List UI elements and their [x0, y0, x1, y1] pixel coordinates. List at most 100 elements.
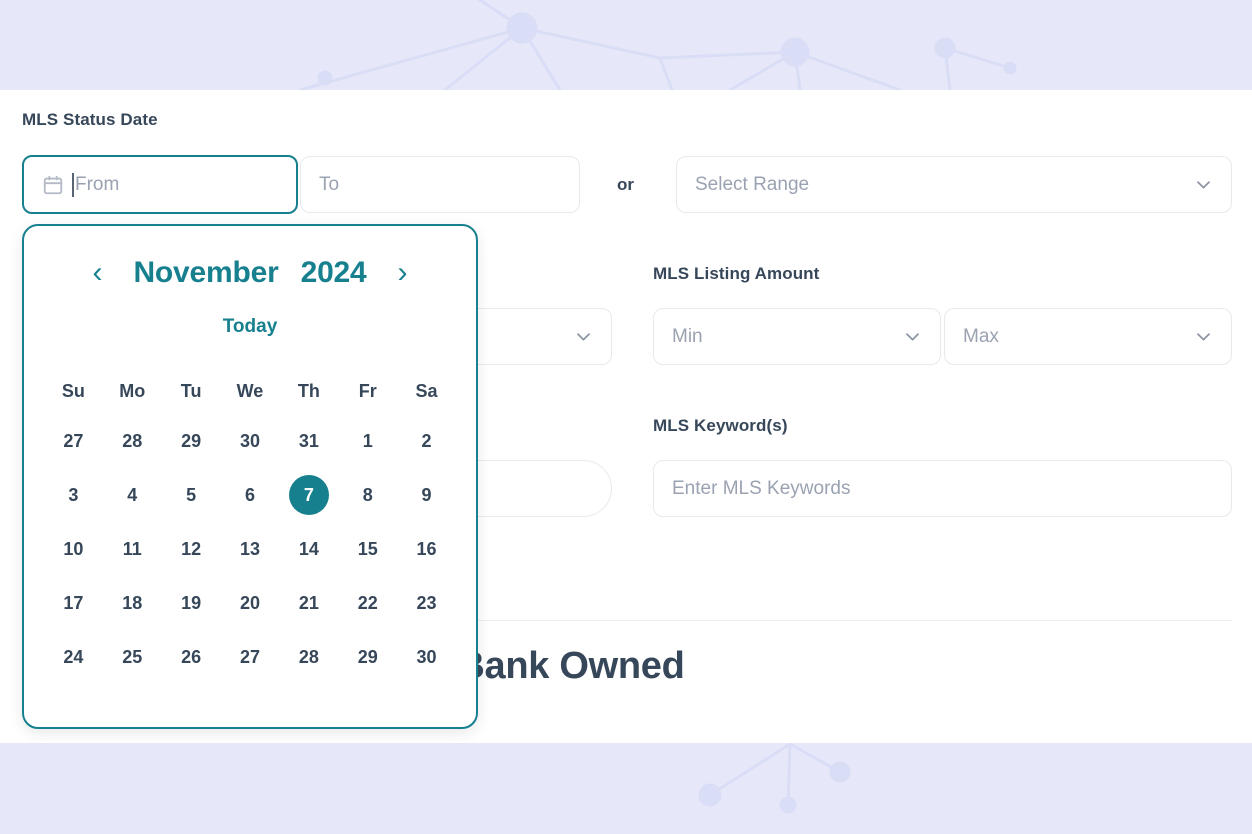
calendar-day-label: 27 — [53, 421, 93, 461]
calendar-day[interactable]: 21 — [279, 576, 338, 630]
calendar-day-label: 14 — [289, 529, 329, 569]
date-picker-header: ‹ November 2024 › — [24, 226, 476, 290]
calendar-day[interactable]: 15 — [338, 522, 397, 576]
calendar-day[interactable]: 12 — [162, 522, 221, 576]
calendar-day-selected[interactable]: 7 — [279, 468, 338, 522]
calendar-day[interactable]: 19 — [162, 576, 221, 630]
calendar-day[interactable]: 9 — [397, 468, 456, 522]
mls-keywords-input[interactable]: Enter MLS Keywords — [653, 460, 1232, 517]
calendar-day-label: 20 — [230, 583, 270, 623]
calendar-day[interactable]: 11 — [103, 522, 162, 576]
calendar-day-label: 28 — [112, 421, 152, 461]
mls-status-date-from-input[interactable]: From — [22, 155, 298, 214]
calendar-day-label: 8 — [348, 475, 388, 515]
calendar-day-label: 1 — [348, 421, 388, 461]
listing-amount-max-dropdown[interactable]: Max — [944, 308, 1232, 365]
calendar-day-label: 21 — [289, 583, 329, 623]
to-placeholder-text: To — [319, 174, 339, 196]
calendar-day[interactable]: 1 — [338, 414, 397, 468]
chevron-right-icon[interactable]: › — [389, 258, 417, 288]
weekday-header: We — [221, 368, 280, 414]
select-range-dropdown[interactable]: Select Range — [676, 156, 1232, 213]
calendar-day[interactable]: 17 — [44, 576, 103, 630]
calendar-day[interactable]: 29 — [338, 630, 397, 684]
calendar-day[interactable]: 3 — [44, 468, 103, 522]
date-picker-popover: ‹ November 2024 › Today SuMoTuWeThFrSa27… — [22, 224, 478, 729]
calendar-day[interactable]: 29 — [162, 414, 221, 468]
calendar-day-label: 6 — [230, 475, 270, 515]
calendar-icon — [42, 174, 64, 196]
mls-status-date-to-input[interactable]: To — [300, 156, 580, 213]
calendar-day-label: 18 — [112, 583, 152, 623]
or-separator-label: or — [617, 175, 634, 195]
calendar-day[interactable]: 18 — [103, 576, 162, 630]
date-picker-year[interactable]: 2024 — [301, 256, 367, 290]
calendar-day[interactable]: 8 — [338, 468, 397, 522]
calendar-day-label: 3 — [53, 475, 93, 515]
listing-amount-max-placeholder-text: Max — [963, 326, 999, 348]
calendar-day[interactable]: 25 — [103, 630, 162, 684]
calendar-day-label: 22 — [348, 583, 388, 623]
calendar-day[interactable]: 4 — [103, 468, 162, 522]
calendar-day-label: 19 — [171, 583, 211, 623]
date-picker-month[interactable]: November — [133, 256, 278, 290]
calendar-day-label: 29 — [171, 421, 211, 461]
weekday-header: Mo — [103, 368, 162, 414]
calendar-day-label: 13 — [230, 529, 270, 569]
text-caret — [72, 173, 74, 197]
calendar-day[interactable]: 5 — [162, 468, 221, 522]
calendar-day-label: 24 — [53, 637, 93, 677]
calendar-day[interactable]: 14 — [279, 522, 338, 576]
weekday-header: Fr — [338, 368, 397, 414]
calendar-day-label: 15 — [348, 529, 388, 569]
weekday-header: Sa — [397, 368, 456, 414]
calendar-day[interactable]: 31 — [279, 414, 338, 468]
listing-amount-min-placeholder-text: Min — [672, 326, 703, 348]
calendar-day-label: 26 — [171, 637, 211, 677]
mls-keywords-placeholder-text: Enter MLS Keywords — [672, 478, 850, 500]
mls-listing-amount-label: MLS Listing Amount — [653, 264, 819, 284]
calendar-day[interactable]: 28 — [279, 630, 338, 684]
calendar-day[interactable]: 28 — [103, 414, 162, 468]
calendar-day-label: 4 — [112, 475, 152, 515]
calendar-day[interactable]: 27 — [221, 630, 280, 684]
calendar-day-label: 10 — [53, 529, 93, 569]
calendar-day-label: 17 — [53, 583, 93, 623]
weekday-header: Su — [44, 368, 103, 414]
calendar-day[interactable]: 6 — [221, 468, 280, 522]
chevron-left-icon[interactable]: ‹ — [83, 258, 111, 288]
calendar-day[interactable]: 26 — [162, 630, 221, 684]
calendar-day[interactable]: 30 — [397, 630, 456, 684]
calendar-day-label: 27 — [230, 637, 270, 677]
calendar-day[interactable]: 24 — [44, 630, 103, 684]
calendar-day-label: 2 — [407, 421, 447, 461]
from-placeholder-text: From — [75, 174, 119, 196]
calendar-day[interactable]: 27 — [44, 414, 103, 468]
chevron-down-icon — [1194, 327, 1213, 346]
calendar-day-label: 28 — [289, 637, 329, 677]
chevron-down-icon — [1194, 175, 1213, 194]
calendar-day-label: 30 — [407, 637, 447, 677]
calendar-day[interactable]: 22 — [338, 576, 397, 630]
calendar-day-label: 31 — [289, 421, 329, 461]
calendar-day[interactable]: 23 — [397, 576, 456, 630]
chevron-down-icon — [574, 327, 593, 346]
calendar-day-label: 12 — [171, 529, 211, 569]
calendar-day[interactable]: 13 — [221, 522, 280, 576]
calendar-day-label: 5 — [171, 475, 211, 515]
date-picker-today-button[interactable]: Today — [24, 316, 476, 338]
mls-status-date-label: MLS Status Date — [22, 110, 158, 130]
calendar-day-label: 30 — [230, 421, 270, 461]
calendar-day[interactable]: 2 — [397, 414, 456, 468]
calendar-day-label: 9 — [407, 475, 447, 515]
calendar-day[interactable]: 20 — [221, 576, 280, 630]
listing-amount-min-dropdown[interactable]: Min — [653, 308, 941, 365]
calendar-day-label: 11 — [112, 529, 152, 569]
weekday-header: Th — [279, 368, 338, 414]
mls-keywords-label: MLS Keyword(s) — [653, 416, 788, 436]
calendar-day[interactable]: 16 — [397, 522, 456, 576]
date-picker-grid: SuMoTuWeThFrSa27282930311234567891011121… — [24, 368, 476, 684]
calendar-day[interactable]: 30 — [221, 414, 280, 468]
calendar-day[interactable]: 10 — [44, 522, 103, 576]
calendar-day-label: 16 — [407, 529, 447, 569]
